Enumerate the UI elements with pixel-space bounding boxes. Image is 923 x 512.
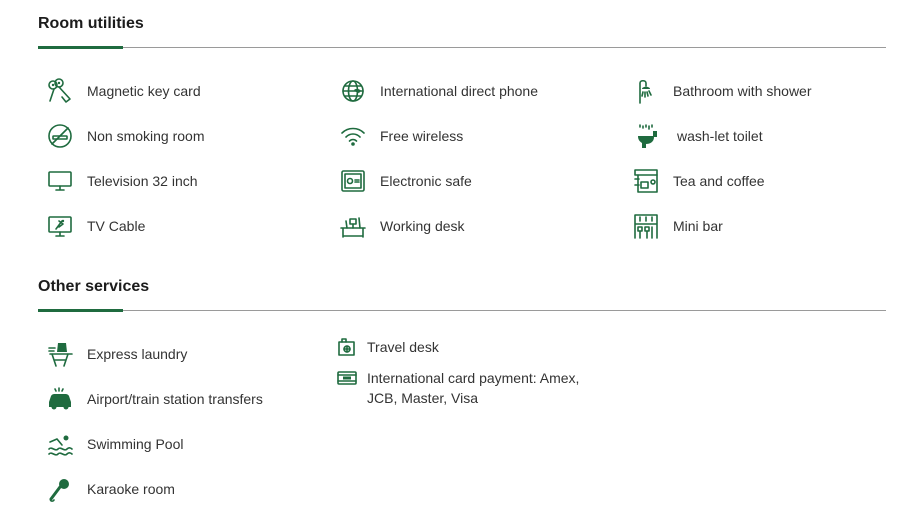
toilet-icon xyxy=(631,121,661,151)
laundry-icon xyxy=(45,339,75,369)
coffee-machine-icon xyxy=(631,166,661,196)
service-karaoke-room: Karaoke room xyxy=(45,474,175,504)
shower-icon xyxy=(631,76,661,106)
room-utilities-divider xyxy=(38,46,886,49)
credit-card-icon xyxy=(337,368,357,388)
amenity-magnetic-key-card: Magnetic key card xyxy=(45,76,201,106)
amenity-wash-let-toilet: wash-let toilet xyxy=(631,121,763,151)
card-payment-line-2: JCB, Master, Visa xyxy=(367,390,479,406)
amenity-free-wireless: Free wireless xyxy=(338,121,463,151)
amenity-electronic-safe: Electronic safe xyxy=(338,166,472,196)
card-payment-line-1: International card payment: Amex, xyxy=(367,370,580,386)
service-travel-desk: Travel desk xyxy=(337,337,439,357)
travel-desk-icon xyxy=(337,337,357,357)
service-airport-transfers: Airport/train station transfers xyxy=(45,384,263,414)
safe-icon xyxy=(338,166,368,196)
service-card-payment: International card payment: Amex, JCB, M… xyxy=(337,368,579,408)
amenity-international-phone: International direct phone xyxy=(338,76,538,106)
amenity-bathroom-shower: Bathroom with shower xyxy=(631,76,812,106)
desk-icon xyxy=(338,211,368,241)
room-utilities-title: Room utilities xyxy=(38,15,144,32)
globe-phone-icon xyxy=(338,76,368,106)
service-express-laundry: Express laundry xyxy=(45,339,187,369)
service-swimming-pool: Swimming Pool xyxy=(45,429,183,459)
amenity-non-smoking: Non smoking room xyxy=(45,121,205,151)
amenity-mini-bar: Mini bar xyxy=(631,211,723,241)
other-services-divider xyxy=(38,309,886,312)
other-services-title: Other services xyxy=(38,278,150,295)
amenity-television: Television 32 inch xyxy=(45,166,198,196)
wifi-icon xyxy=(338,121,368,151)
no-smoking-icon xyxy=(45,121,75,151)
amenity-working-desk: Working desk xyxy=(338,211,465,241)
mini-bar-icon xyxy=(631,211,661,241)
microphone-icon xyxy=(45,474,75,504)
key-card-icon xyxy=(45,76,75,106)
tv-icon xyxy=(45,166,75,196)
car-icon xyxy=(45,384,75,414)
tv-cable-icon xyxy=(45,211,75,241)
amenity-tv-cable: TV Cable xyxy=(45,211,145,241)
amenity-tea-coffee: Tea and coffee xyxy=(631,166,765,196)
swimmer-icon xyxy=(45,429,75,459)
